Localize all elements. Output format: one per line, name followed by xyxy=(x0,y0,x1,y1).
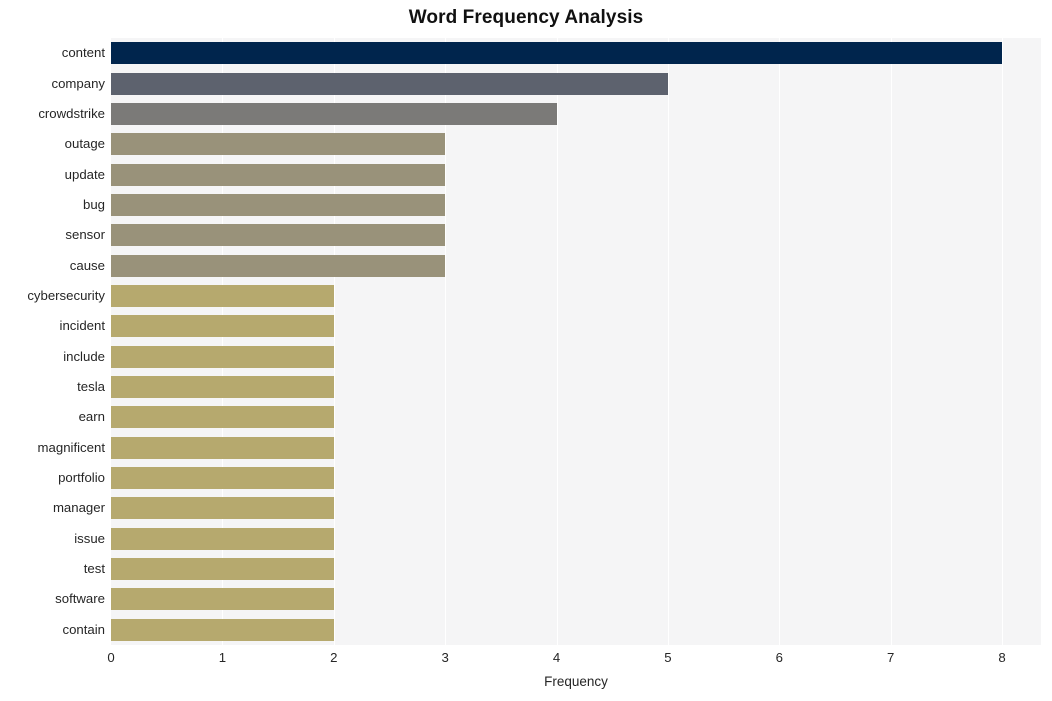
y-axis-tick-label: sensor xyxy=(65,227,105,243)
y-axis-tick-label: cause xyxy=(69,257,105,273)
bar[interactable] xyxy=(111,72,668,95)
x-axis-tick-label: 7 xyxy=(886,650,895,665)
chart-figure: Word Frequency Analysis content company cr… xyxy=(0,0,1052,701)
bar[interactable] xyxy=(111,224,446,247)
bar[interactable] xyxy=(111,588,334,611)
bars-container xyxy=(111,38,1041,645)
bar[interactable] xyxy=(111,618,334,641)
x-axis-tick-label: 5 xyxy=(664,650,672,665)
bar[interactable] xyxy=(111,497,334,520)
y-axis-tick-label: include xyxy=(63,348,105,364)
y-axis-tick-label: crowdstrike xyxy=(38,105,105,121)
x-axis-tick-label: 4 xyxy=(552,650,561,665)
x-axis-tick-label: 0 xyxy=(107,650,115,665)
y-axis-tick-label: software xyxy=(55,591,105,607)
bar[interactable] xyxy=(111,284,334,307)
x-axis-tick-labels: 0 1 2 3 4 5 6 7 8 xyxy=(107,650,1041,670)
plot-area xyxy=(111,38,1041,645)
y-axis-tick-label: test xyxy=(83,561,105,577)
y-axis-tick-labels: content company crowdstrike outage update bug… xyxy=(0,38,105,645)
bar[interactable] xyxy=(111,42,1003,65)
x-axis-title: Frequency xyxy=(544,674,608,689)
y-axis-tick-label: portfolio xyxy=(58,470,105,486)
y-axis-tick-label: cybersecurity xyxy=(27,287,105,303)
y-axis-tick-label: content xyxy=(61,45,105,61)
bar[interactable] xyxy=(111,163,446,186)
chart-title: Word Frequency Analysis xyxy=(408,7,644,28)
bar[interactable] xyxy=(111,436,334,459)
bar[interactable] xyxy=(111,467,334,490)
y-axis-tick-label: magnificent xyxy=(37,439,105,455)
x-axis-tick-label: 2 xyxy=(330,650,338,665)
y-axis-tick-label: earn xyxy=(78,409,105,425)
y-axis-tick-label: issue xyxy=(74,530,105,546)
bar[interactable] xyxy=(111,527,334,550)
bar[interactable] xyxy=(111,254,446,277)
bar[interactable] xyxy=(111,345,334,368)
bar[interactable] xyxy=(111,102,557,125)
y-axis-tick-label: update xyxy=(64,166,105,182)
bar[interactable] xyxy=(111,376,334,399)
bar[interactable] xyxy=(111,406,334,429)
y-axis-tick-label: contain xyxy=(62,621,105,637)
y-axis-tick-label: manager xyxy=(52,500,105,516)
y-axis-tick-label: outage xyxy=(64,136,105,152)
y-axis-tick-label: incident xyxy=(59,318,105,334)
bar[interactable] xyxy=(111,315,334,338)
bar[interactable] xyxy=(111,133,446,156)
bar[interactable] xyxy=(111,193,446,216)
y-axis-tick-label: company xyxy=(51,75,105,91)
y-axis-tick-label: tesla xyxy=(77,379,105,395)
x-axis-tick-label: 8 xyxy=(998,650,1006,665)
bar[interactable] xyxy=(111,558,334,581)
x-axis-tick-label: 1 xyxy=(218,650,227,665)
y-axis-tick-label: bug xyxy=(82,196,105,212)
x-axis-tick-label: 3 xyxy=(441,650,449,665)
x-axis-tick-label: 6 xyxy=(775,650,783,665)
